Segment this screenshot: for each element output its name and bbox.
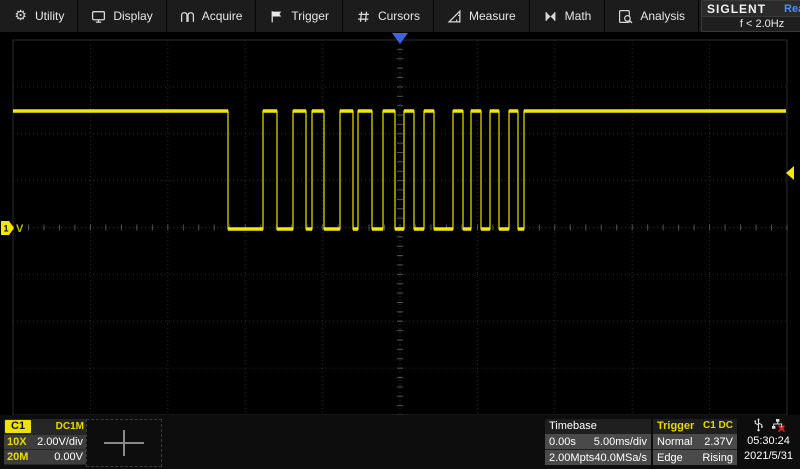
menu-item-trigger[interactable]: Trigger [256, 0, 343, 32]
bandwidth-limit: 20M [7, 451, 28, 463]
trigger-slope: Rising [702, 452, 733, 464]
system-status-box[interactable]: 05:30:24 2021/5/31 [739, 419, 798, 465]
acquisition-status-badge: Ready [784, 3, 800, 15]
channel-coupling: DC1M [56, 421, 84, 432]
timebase-scale: 5.00ms/div [594, 436, 647, 448]
menu-item-display[interactable]: Display [78, 0, 166, 32]
waveform-display[interactable]: 1V [0, 32, 800, 415]
svg-text:V: V [16, 223, 24, 235]
system-date: 2021/5/31 [739, 449, 798, 464]
measure-icon [447, 9, 462, 24]
system-time: 05:30:24 [739, 434, 798, 449]
menu-item-label: Math [565, 9, 592, 23]
trigger-source-coupling: C1 DC [703, 419, 733, 433]
monitor-icon [91, 9, 106, 24]
timebase-descriptor-box[interactable]: Timebase 0.00s 5.00ms/div 2.00Mpts 40.0M… [545, 419, 651, 465]
usb-icon [753, 418, 764, 435]
menu-bar: ⚙ Utility Display Acquire Trigger Curs [0, 0, 800, 32]
add-channel-placeholder[interactable] [86, 419, 162, 467]
menu-item-label: Utility [35, 9, 64, 23]
trigger-level: 2.37V [704, 436, 733, 448]
menu-item-measure[interactable]: Measure [434, 0, 530, 32]
menu-item-acquire[interactable]: Acquire [167, 0, 257, 32]
timebase-delay: 0.00s [549, 436, 576, 448]
channel-badge: C1 [5, 420, 31, 433]
cursors-icon [356, 9, 371, 24]
acquire-waveform-icon [180, 9, 195, 24]
menu-item-label: Display [113, 9, 152, 23]
trigger-type: Edge [657, 452, 683, 464]
flag-icon [269, 9, 284, 24]
channel-descriptor-box[interactable]: C1 DC1M 10X 2.00V/div 20M 0.00V [4, 419, 86, 465]
svg-text:1: 1 [4, 224, 9, 234]
menu-item-math[interactable]: Math [530, 0, 606, 32]
timebase-title: Timebase [549, 419, 597, 433]
descriptor-bar: C1 DC1M 10X 2.00V/div 20M 0.00V Timebase… [0, 415, 800, 469]
menu-item-analysis[interactable]: Analysis [605, 0, 699, 32]
trigger-mode: Normal [657, 436, 692, 448]
memory-depth: 2.00Mpts [549, 452, 594, 464]
lan-disconnected-icon [771, 418, 785, 435]
trigger-title: Trigger [657, 419, 694, 433]
oscilloscope-screen: ⚙ Utility Display Acquire Trigger Curs [0, 0, 800, 469]
math-icon [543, 9, 558, 24]
menu-item-label: Measure [469, 9, 516, 23]
analysis-icon [618, 9, 633, 24]
add-channel-cross-icon [104, 430, 144, 456]
siglent-logo: SIGLENT [707, 2, 766, 16]
vertical-scale: 2.00V/div [37, 436, 83, 448]
freq-counter-panel: SIGLENT Ready f < 2.0Hz [701, 0, 800, 32]
freq-counter-readout: f < 2.0Hz [702, 16, 800, 31]
menu-item-label: Trigger [291, 9, 329, 23]
menu-item-label: Acquire [202, 9, 243, 23]
channel-offset: 0.00V [54, 451, 83, 463]
menu-item-label: Cursors [378, 9, 420, 23]
probe-attenuation: 10X [7, 436, 27, 448]
gear-icon: ⚙ [13, 9, 28, 24]
menu-item-cursors[interactable]: Cursors [343, 0, 434, 32]
menu-item-label: Analysis [640, 9, 685, 23]
status-cluster: SIGLENT Ready f < 2.0Hz TRIGGER [699, 0, 800, 32]
sample-rate: 40.0MSa/s [594, 452, 647, 464]
menu-item-utility[interactable]: ⚙ Utility [0, 0, 78, 32]
scope-graticule-and-waveform: 1V [0, 32, 800, 415]
trigger-descriptor-box[interactable]: Trigger C1 DC Normal 2.37V Edge Rising [653, 419, 737, 465]
